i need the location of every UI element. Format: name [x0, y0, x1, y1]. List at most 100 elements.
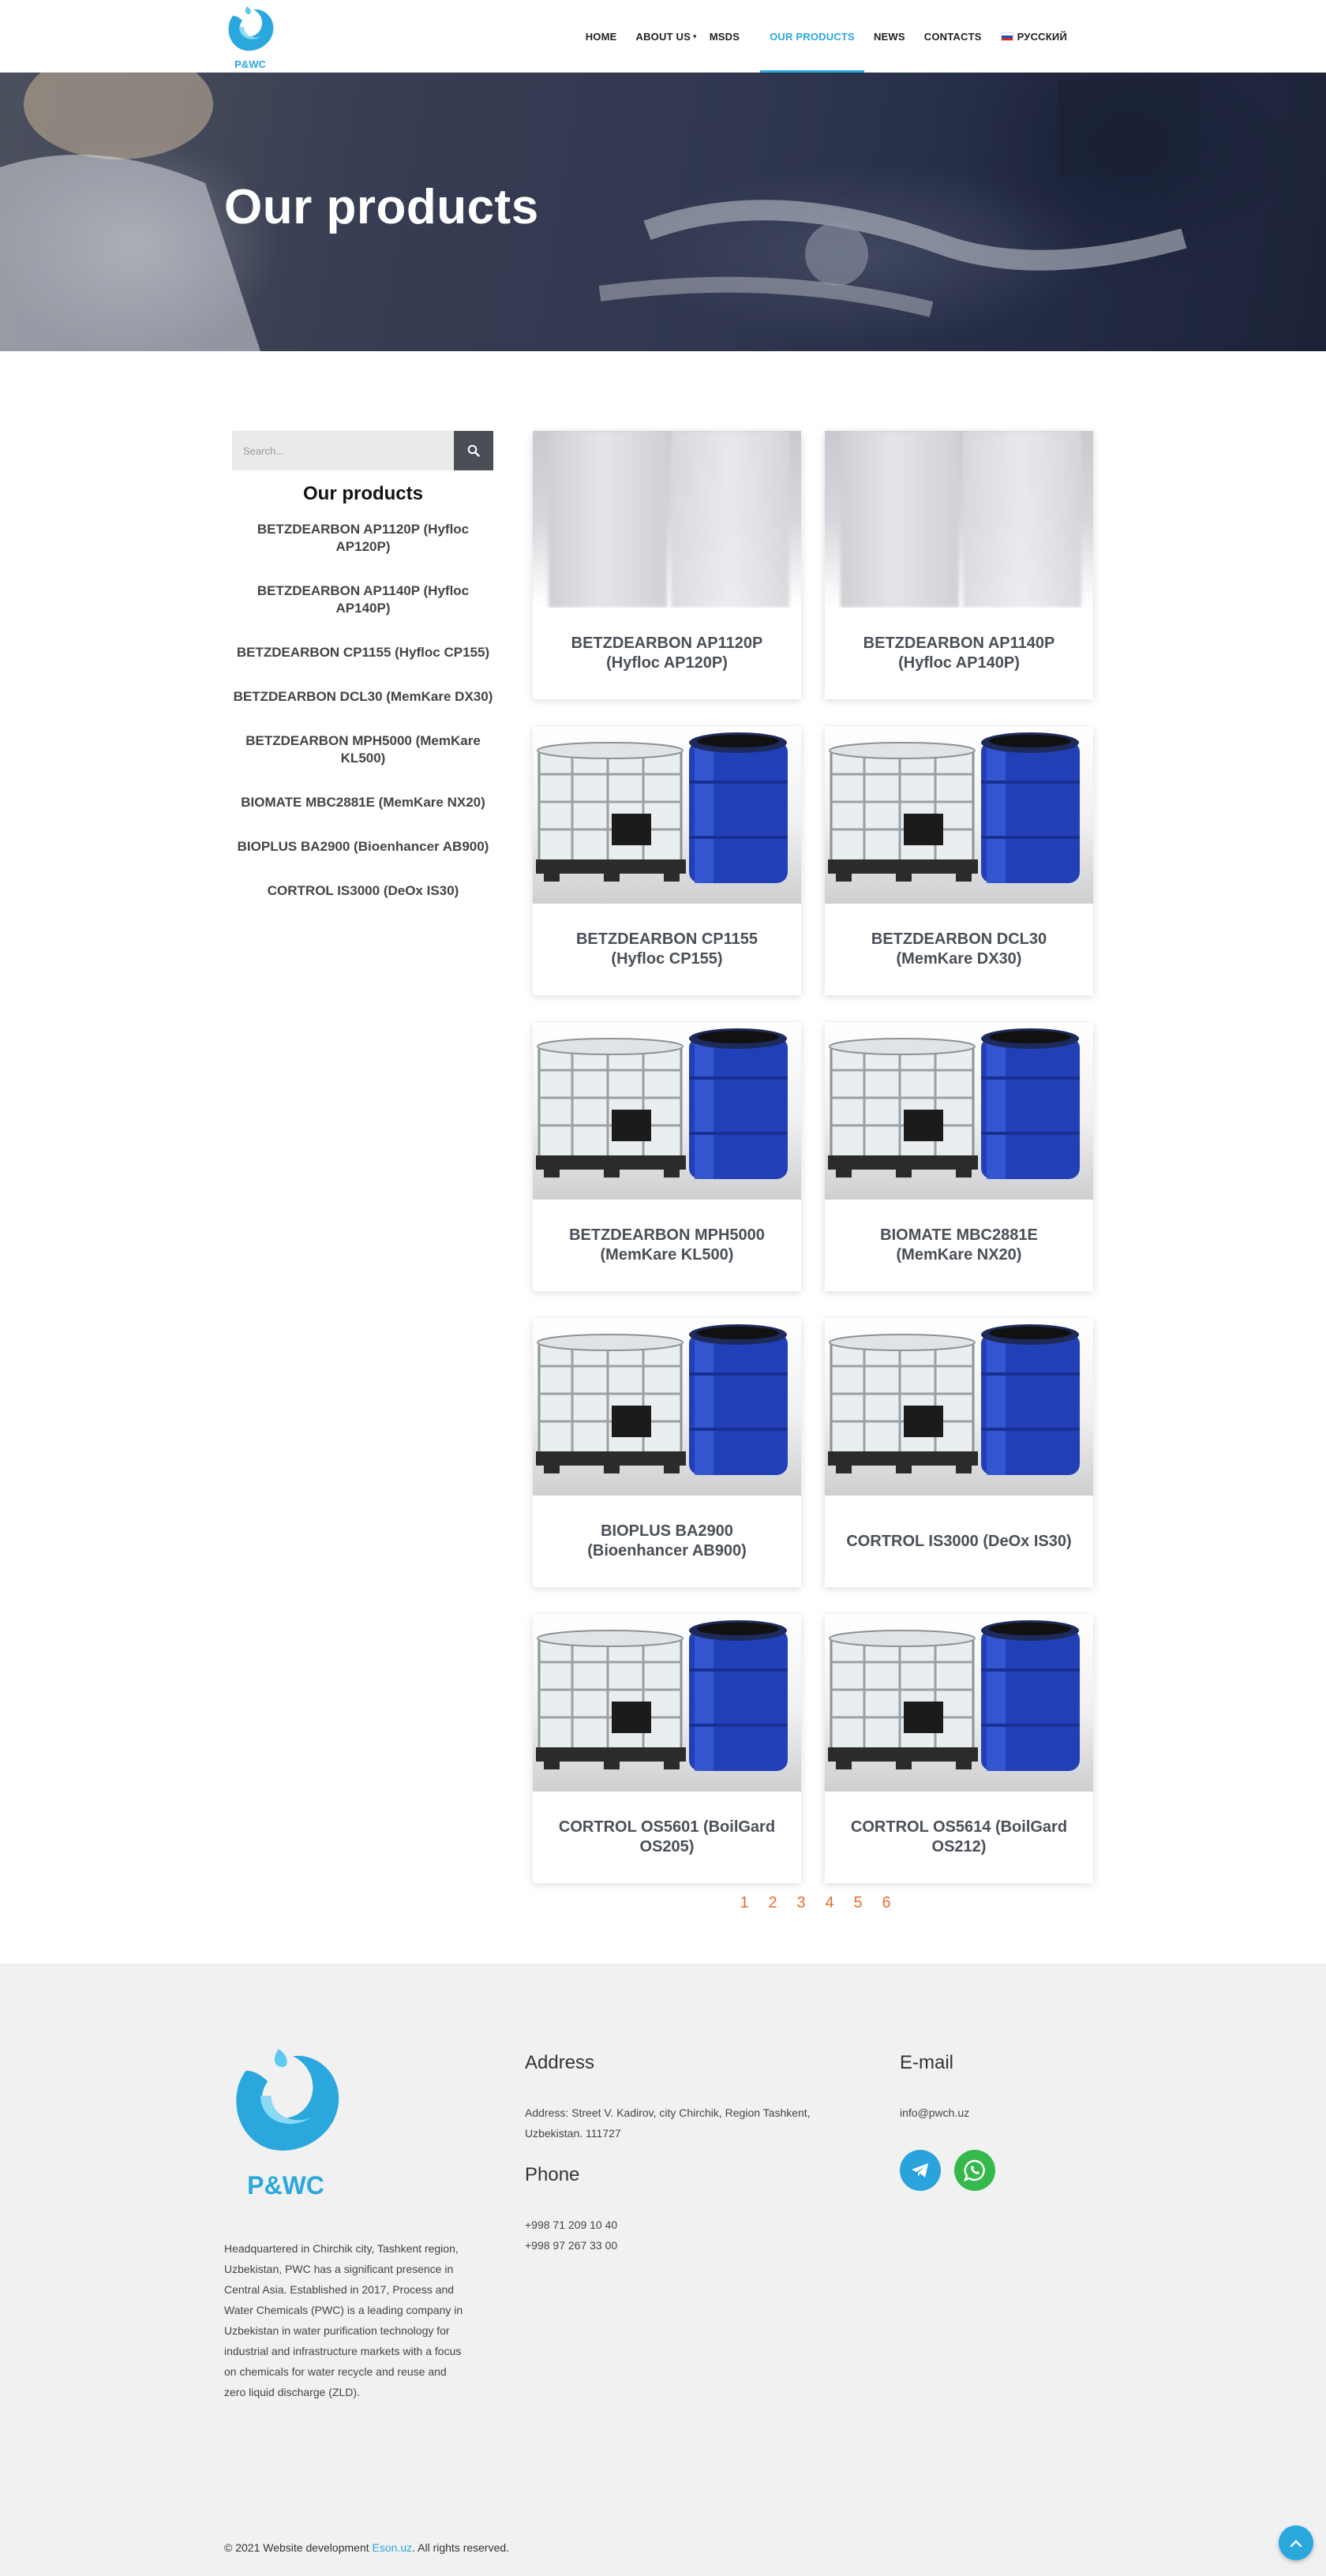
product-card[interactable]: BETZDEARBON AP1120P (Hyfloc AP120P): [533, 431, 801, 699]
sidebar-title: Our products: [302, 483, 423, 504]
sidebar-item[interactable]: BETZDEARBON AP1140P (Hyfloc AP140P): [230, 582, 496, 617]
footer-about-text: Headquartered in Chirchik city, Tashkent…: [224, 2242, 463, 2398]
ibc-tank-and-drum-image: [536, 1324, 788, 1475]
product-name[interactable]: CORTROL OS5601 (BoilGard OS205): [549, 1792, 785, 1883]
nav-msds[interactable]: MSDS: [706, 0, 749, 73]
product-card[interactable]: BETZDEARBON AP1140P (Hyfloc AP140P): [825, 431, 1093, 699]
product-container-image[interactable]: [825, 1023, 1093, 1200]
chevron-down-icon: ▾: [693, 32, 697, 40]
product-container-image[interactable]: [533, 1319, 801, 1496]
footer-phone-2[interactable]: +998 97 267 33 00: [525, 2235, 617, 2256]
site-header: P&WC HOME ABOUT US ▾ MSDS OUR PRODUCTS NE…: [0, 0, 1326, 73]
scroll-to-top-button[interactable]: [1279, 2525, 1313, 2560]
sidebar-item[interactable]: BETZDEARBON AP1120P (Hyfloc AP120P): [230, 521, 496, 556]
sidebar-item[interactable]: BETZDEARBON MPH5000 (MemKare KL500): [230, 732, 496, 767]
product-name[interactable]: BIOPLUS BA2900 (Bioenhancer AB900): [549, 1496, 785, 1587]
site-footer: P&WC Headquartered in Chirchik city, Tas…: [0, 1964, 1326, 2576]
product-container-image[interactable]: [825, 727, 1093, 904]
sidebar-item[interactable]: CORTROL IS3000 (DeOx IS30): [230, 882, 496, 900]
nav-our-products[interactable]: OUR PRODUCTS: [760, 0, 864, 73]
ibc-tank-and-drum-image: [536, 732, 788, 883]
product-card[interactable]: BIOPLUS BA2900 (Bioenhancer AB900): [533, 1319, 801, 1587]
nav-products-label: OUR PRODUCTS: [770, 30, 855, 43]
footer-logo: P&WC: [224, 2042, 347, 2200]
footer-email-heading: E-mail: [900, 2052, 954, 2073]
sidebar-item[interactable]: BETZDEARBON CP1155 (Hyfloc CP155): [230, 644, 496, 661]
nav-language-label: РУССКИЙ: [1017, 30, 1067, 43]
page-link[interactable]: 2: [759, 1894, 787, 1912]
sidebar-item[interactable]: BETZDEARBON DCL30 (MemKare DX30): [230, 688, 496, 706]
product-card[interactable]: BETZDEARBON CP1155 (Hyfloc CP155): [533, 727, 801, 995]
ibc-tank-and-drum-image: [828, 1324, 1080, 1475]
search-icon: [467, 444, 480, 457]
product-name[interactable]: BETZDEARBON MPH5000 (MemKare KL500): [549, 1200, 785, 1291]
product-container-image[interactable]: [825, 1319, 1093, 1496]
footer-email[interactable]: info@pwch.uz: [900, 2102, 969, 2123]
search-button[interactable]: [454, 431, 493, 470]
page-link[interactable]: 1: [730, 1894, 759, 1912]
product-container-image[interactable]: [825, 1615, 1093, 1792]
page-link[interactable]: 5: [844, 1894, 872, 1912]
product-bag-image[interactable]: [825, 431, 1093, 608]
sidebar-item[interactable]: BIOPLUS BA2900 (Bioenhancer AB900): [230, 838, 496, 856]
product-name[interactable]: CORTROL OS5614 (BoilGard OS212): [841, 1792, 1077, 1883]
product-name[interactable]: BETZDEARBON DCL30 (MemKare DX30): [841, 904, 1077, 995]
nav-news[interactable]: NEWS: [864, 0, 915, 73]
footer-address-heading: Address: [525, 2052, 595, 2073]
ibc-tank-and-drum-image: [536, 1028, 788, 1179]
sidebar-product-list: BETZDEARBON AP1120P (Hyfloc AP120P) BETZ…: [230, 521, 496, 927]
telegram-icon: [912, 2163, 928, 2177]
footer-address-text: Address: Street V. Kadirov, city Chirchi…: [525, 2106, 811, 2140]
nav-contacts-label: CONTACTS: [923, 30, 982, 43]
page-title: Our products: [224, 180, 539, 234]
page-link[interactable]: 4: [815, 1894, 844, 1912]
footer-logo-text: P&WC: [247, 2171, 324, 2200]
copyright: © 2021 Website development Eson.uz. All …: [224, 2541, 509, 2554]
nav-about-label: ABOUT US: [635, 30, 691, 43]
nav-msds-label: MSDS: [709, 30, 740, 43]
product-card[interactable]: CORTROL OS5601 (BoilGard OS205): [533, 1615, 801, 1883]
search-form: [232, 431, 493, 470]
footer-phone-heading: Phone: [525, 2164, 580, 2185]
nav-home[interactable]: HOME: [576, 0, 627, 73]
page-link[interactable]: 3: [787, 1894, 815, 1912]
page-link[interactable]: 6: [872, 1894, 901, 1912]
nav-about-us[interactable]: ABOUT US ▾: [627, 0, 706, 73]
footer-phone-1[interactable]: +998 71 209 10 40: [525, 2215, 617, 2235]
product-name[interactable]: BETZDEARBON AP1140P (Hyfloc AP140P): [841, 608, 1077, 699]
site-logo[interactable]: P&WC: [223, 3, 277, 70]
product-card[interactable]: CORTROL IS3000 (DeOx IS30): [825, 1319, 1093, 1587]
ibc-tank-and-drum-image: [536, 1620, 788, 1771]
developer-link[interactable]: Eson.uz: [373, 2541, 413, 2554]
sidebar-item[interactable]: BIOMATE MBC2881E (MemKare NX20): [230, 794, 496, 811]
nav-contacts[interactable]: CONTACTS: [915, 0, 991, 73]
product-container-image[interactable]: [533, 1615, 801, 1792]
chevron-up-icon: [1290, 2540, 1302, 2548]
product-card[interactable]: BIOMATE MBC2881E (MemKare NX20): [825, 1023, 1093, 1291]
product-card[interactable]: BETZDEARBON DCL30 (MemKare DX30): [825, 727, 1093, 995]
ibc-tank-and-drum-image: [828, 1028, 1080, 1179]
pwc-logo-icon: [236, 2049, 339, 2151]
telegram-link[interactable]: [900, 2150, 941, 2191]
product-name[interactable]: BETZDEARBON CP1155 (Hyfloc CP155): [549, 904, 785, 995]
russia-flag-icon: [1000, 32, 1013, 41]
product-card[interactable]: CORTROL OS5614 (BoilGard OS212): [825, 1615, 1093, 1883]
whatsapp-link[interactable]: [954, 2150, 995, 2191]
product-name[interactable]: BETZDEARBON AP1120P (Hyfloc AP120P): [549, 608, 785, 699]
nav-language-russian[interactable]: РУССКИЙ: [991, 0, 1077, 73]
product-bag-image[interactable]: [533, 431, 801, 608]
product-container-image[interactable]: [533, 1023, 801, 1200]
whatsapp-icon: [963, 2159, 985, 2182]
product-name[interactable]: CORTROL IS3000 (DeOx IS30): [841, 1496, 1077, 1587]
hero-banner: Our products: [0, 73, 1326, 351]
product-container-image[interactable]: [533, 727, 801, 904]
copyright-prefix: © 2021 Website development: [224, 2541, 373, 2554]
lab-scene-image: [0, 73, 1200, 351]
logo-text: P&WC: [234, 58, 266, 70]
search-input[interactable]: [232, 431, 454, 470]
ibc-tank-and-drum-image: [828, 1620, 1080, 1771]
copyright-suffix: . All rights reserved.: [412, 2541, 510, 2554]
product-name[interactable]: BIOMATE MBC2881E (MemKare NX20): [841, 1200, 1077, 1291]
ibc-tank-and-drum-image: [828, 732, 1080, 883]
product-card[interactable]: BETZDEARBON MPH5000 (MemKare KL500): [533, 1023, 801, 1291]
